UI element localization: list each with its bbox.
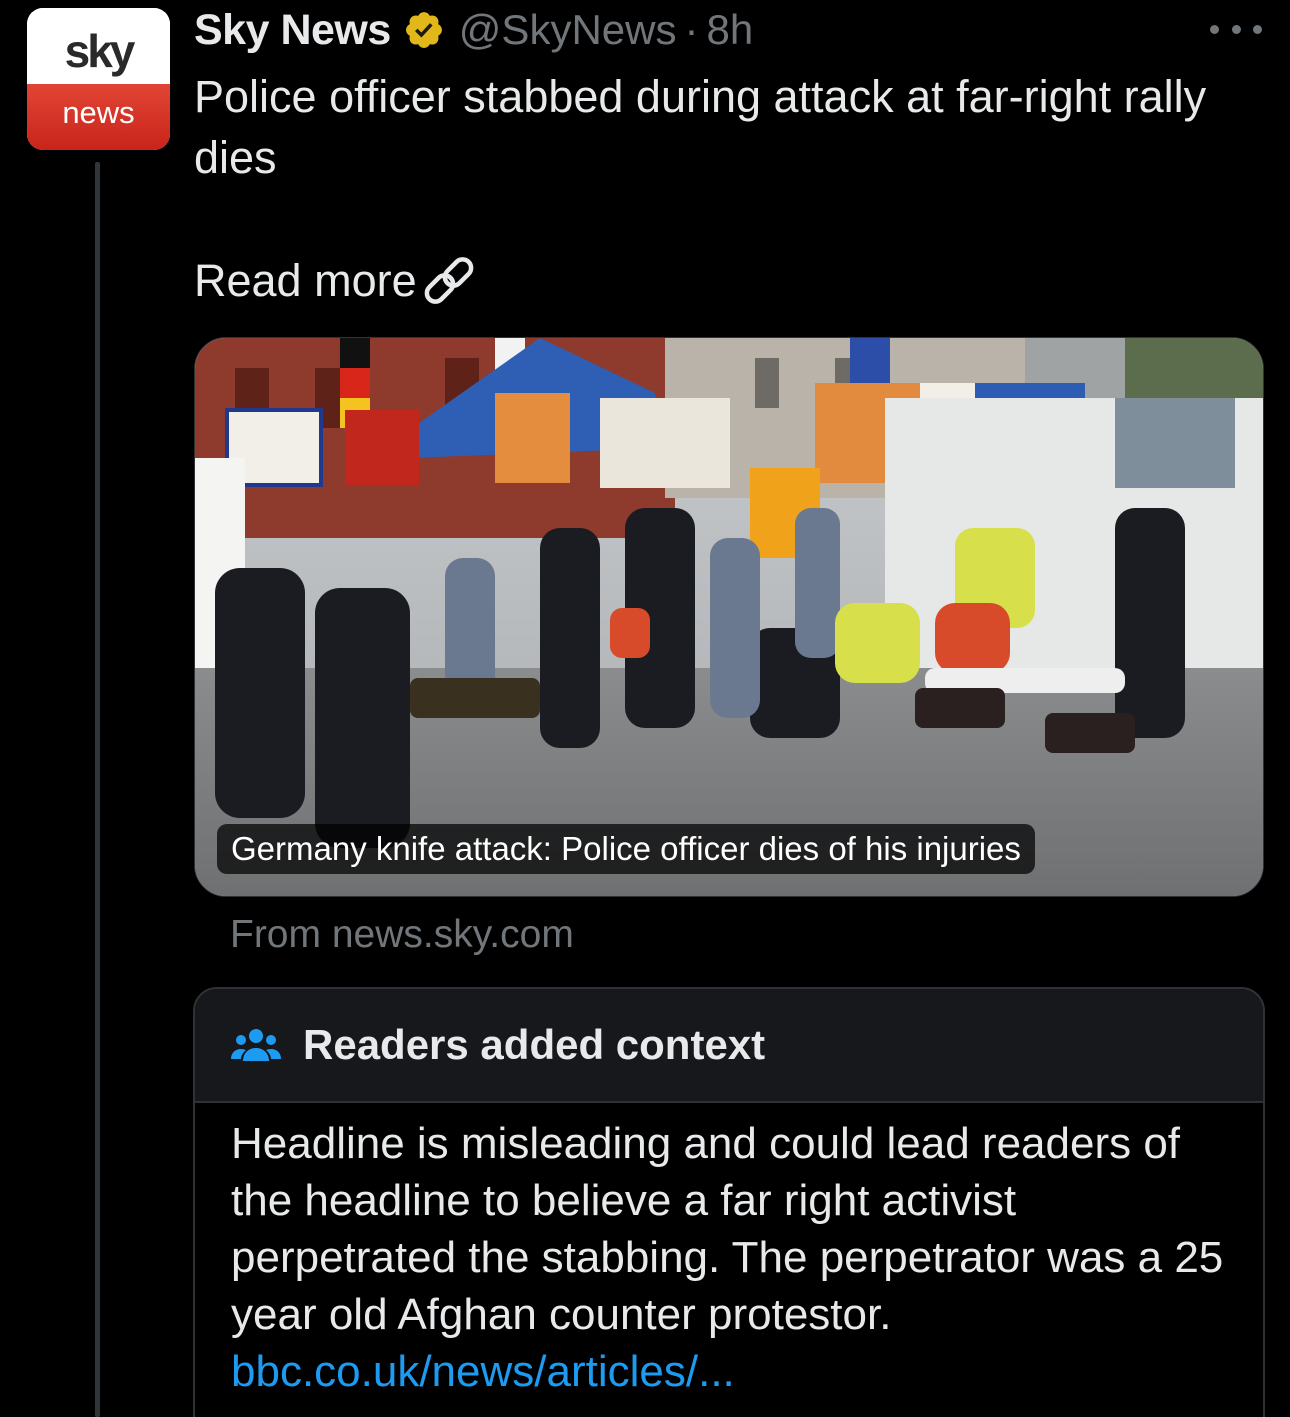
author-handle[interactable]: @SkyNews — [459, 6, 677, 54]
community-note-title: Readers added context — [303, 1021, 766, 1068]
tweet-header: Sky News @SkyNews · 8h — [194, 4, 753, 56]
avatar-logo-text-news: news — [62, 95, 135, 130]
community-note: Readers added context Headline is mislea… — [193, 987, 1265, 1417]
community-note-body: Headline is misleading and could lead re… — [231, 1119, 1224, 1339]
people-icon — [231, 1029, 281, 1061]
community-note-link[interactable]: bbc.co.uk/news/articles/... — [231, 1343, 735, 1400]
tweet-timestamp[interactable]: 8h — [706, 6, 753, 54]
card-caption: Germany knife attack: Police officer die… — [217, 824, 1035, 874]
more-dot — [1231, 24, 1241, 34]
avatar[interactable]: sky news — [27, 8, 170, 150]
more-dot — [1210, 24, 1219, 34]
read-more-label: Read more — [194, 255, 417, 306]
verified-badge-icon[interactable] — [403, 9, 445, 51]
link-icon — [424, 256, 473, 304]
thread-line — [95, 162, 100, 1417]
community-note-header[interactable]: Readers added context — [195, 989, 1263, 1103]
more-dot — [1253, 24, 1262, 34]
tweet-text: Police officer stabbed during attack at … — [194, 71, 1207, 183]
more-options-icon[interactable] — [1210, 14, 1262, 44]
link-preview-card[interactable]: Germany knife attack: Police officer die… — [194, 337, 1264, 897]
news-photo — [195, 338, 1263, 896]
read-more: Read more — [194, 250, 481, 311]
card-source[interactable]: From news.sky.com — [230, 908, 574, 962]
separator-dot: · — [684, 6, 699, 53]
author-name[interactable]: Sky News — [194, 6, 391, 55]
avatar-logo-text-sky: sky — [64, 25, 136, 77]
